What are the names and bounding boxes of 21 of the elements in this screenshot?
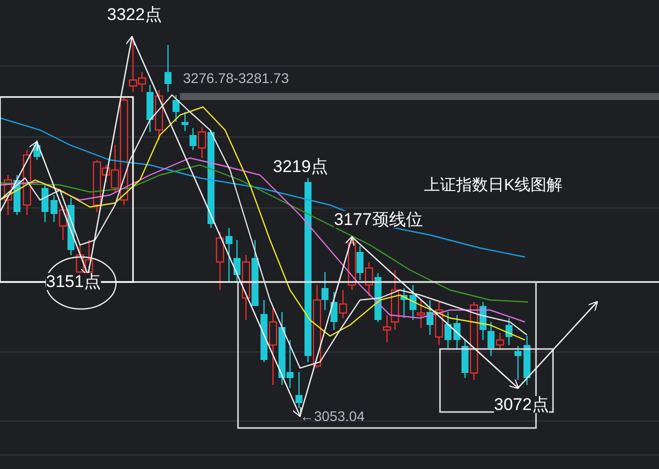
chart-title: 上证指数日K线图解 <box>424 178 563 194</box>
candlestick <box>296 372 302 408</box>
candlestick <box>524 336 530 385</box>
price-label: ←3053.04 <box>300 409 365 423</box>
candlestick <box>434 302 444 345</box>
candlestick <box>514 346 522 380</box>
candlestick <box>154 90 164 140</box>
point-label: 3072点 <box>494 396 549 413</box>
point-label: 3151点 <box>46 273 101 290</box>
point-label: 3322点 <box>107 6 162 23</box>
candlestick <box>42 184 48 222</box>
candlestick <box>416 300 426 328</box>
candlestick <box>172 95 180 122</box>
candlestick <box>34 140 40 160</box>
circle-marker <box>45 256 117 310</box>
price-label: 3276.78-3281.73 <box>183 71 289 85</box>
candlestick <box>216 232 224 290</box>
candlestick <box>4 175 12 215</box>
point-label: 3177颈线位 <box>334 211 423 228</box>
point-label: 3219点 <box>273 158 328 175</box>
candlestick <box>22 150 32 215</box>
